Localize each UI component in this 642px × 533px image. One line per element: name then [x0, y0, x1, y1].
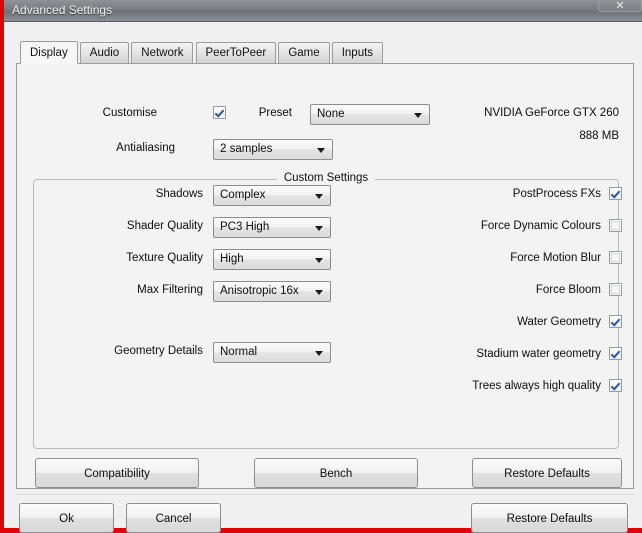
- force-bloom-checkbox[interactable]: [609, 283, 622, 296]
- advanced-settings-window: Advanced Settings ✕ Display Audio Networ…: [0, 0, 642, 533]
- chevron-down-icon: [315, 226, 323, 231]
- display-tab-panel: Customise Preset None NVIDIA GeForce GTX…: [16, 63, 634, 489]
- customise-label: Customise: [102, 107, 157, 119]
- cancel-button[interactable]: Cancel: [126, 503, 221, 533]
- footer-restore-defaults-button[interactable]: Restore Defaults: [471, 503, 628, 533]
- texture-quality-label: Texture Quality: [126, 252, 203, 264]
- tab-inputs[interactable]: Inputs: [331, 42, 384, 64]
- ok-button[interactable]: Ok: [19, 503, 114, 533]
- shadows-value: Complex: [220, 189, 266, 201]
- force-motion-blur-checkbox[interactable]: [609, 251, 622, 264]
- max-filtering-label: Max Filtering: [137, 284, 203, 296]
- max-filtering-dropdown[interactable]: Anisotropic 16x: [213, 281, 331, 302]
- texture-quality-dropdown[interactable]: High: [213, 249, 331, 270]
- gpu-memory: 888 MB: [579, 130, 619, 142]
- force-dynamic-colours-label: Force Dynamic Colours: [480, 220, 601, 232]
- chevron-down-icon: [315, 351, 323, 356]
- geometry-details-dropdown[interactable]: Normal: [213, 342, 331, 363]
- antialiasing-dropdown[interactable]: 2 samples: [213, 139, 333, 160]
- force-motion-blur-label: Force Motion Blur: [510, 252, 601, 264]
- tab-game[interactable]: Game: [278, 42, 330, 64]
- preset-dropdown[interactable]: None: [310, 104, 430, 125]
- antialiasing-label: Antialiasing: [116, 142, 175, 154]
- tab-audio[interactable]: Audio: [79, 42, 130, 64]
- window-title: Advanced Settings: [12, 3, 113, 17]
- postprocess-fxs-label: PostProcess FXs: [512, 188, 601, 200]
- footer-divider: [16, 494, 634, 495]
- trees-high-quality-checkbox[interactable]: [609, 379, 622, 392]
- postprocess-fxs-checkbox[interactable]: [609, 187, 622, 200]
- trees-high-quality-label: Trees always high quality: [472, 380, 601, 392]
- customise-checkbox[interactable]: [213, 106, 226, 119]
- chevron-down-icon: [315, 258, 323, 263]
- geometry-details-value: Normal: [220, 346, 258, 358]
- texture-quality-value: High: [220, 253, 244, 265]
- preset-value: None: [317, 108, 345, 120]
- gpu-name: NVIDIA GeForce GTX 260: [484, 107, 619, 119]
- shadows-label: Shadows: [155, 188, 203, 200]
- chevron-down-icon: [414, 113, 422, 118]
- force-dynamic-colours-checkbox[interactable]: [609, 219, 622, 232]
- custom-settings-title: Custom Settings: [276, 172, 376, 184]
- shader-quality-label: Shader Quality: [126, 220, 203, 232]
- close-icon[interactable]: ✕: [598, 0, 642, 12]
- antialiasing-value: 2 samples: [220, 143, 273, 155]
- water-geometry-label: Water Geometry: [517, 316, 601, 328]
- chevron-down-icon: [317, 148, 325, 153]
- compatibility-button[interactable]: Compatibility: [35, 458, 199, 488]
- stadium-water-geometry-checkbox[interactable]: [609, 347, 622, 360]
- shader-quality-dropdown[interactable]: PC3 High: [213, 217, 331, 238]
- water-geometry-checkbox[interactable]: [609, 315, 622, 328]
- bench-button[interactable]: Bench: [254, 458, 418, 488]
- chevron-down-icon: [315, 194, 323, 199]
- tab-display[interactable]: Display: [20, 41, 78, 64]
- client-area: Display Audio Network PeerToPeer Game In…: [8, 22, 642, 533]
- shadows-dropdown[interactable]: Complex: [213, 185, 331, 206]
- chevron-down-icon: [315, 290, 323, 295]
- preset-label: Preset: [258, 107, 292, 119]
- force-bloom-label: Force Bloom: [535, 284, 601, 296]
- geometry-details-label: Geometry Details: [114, 345, 203, 357]
- tab-strip: Display Audio Network PeerToPeer Game In…: [20, 41, 384, 64]
- panel-restore-defaults-button[interactable]: Restore Defaults: [472, 458, 622, 488]
- max-filtering-value: Anisotropic 16x: [220, 285, 299, 297]
- tab-peertopeer[interactable]: PeerToPeer: [195, 42, 277, 64]
- title-bar: Advanced Settings ✕: [4, 0, 642, 22]
- tab-network[interactable]: Network: [131, 42, 194, 64]
- stadium-water-geometry-label: Stadium water geometry: [476, 348, 601, 360]
- shader-quality-value: PC3 High: [220, 221, 270, 233]
